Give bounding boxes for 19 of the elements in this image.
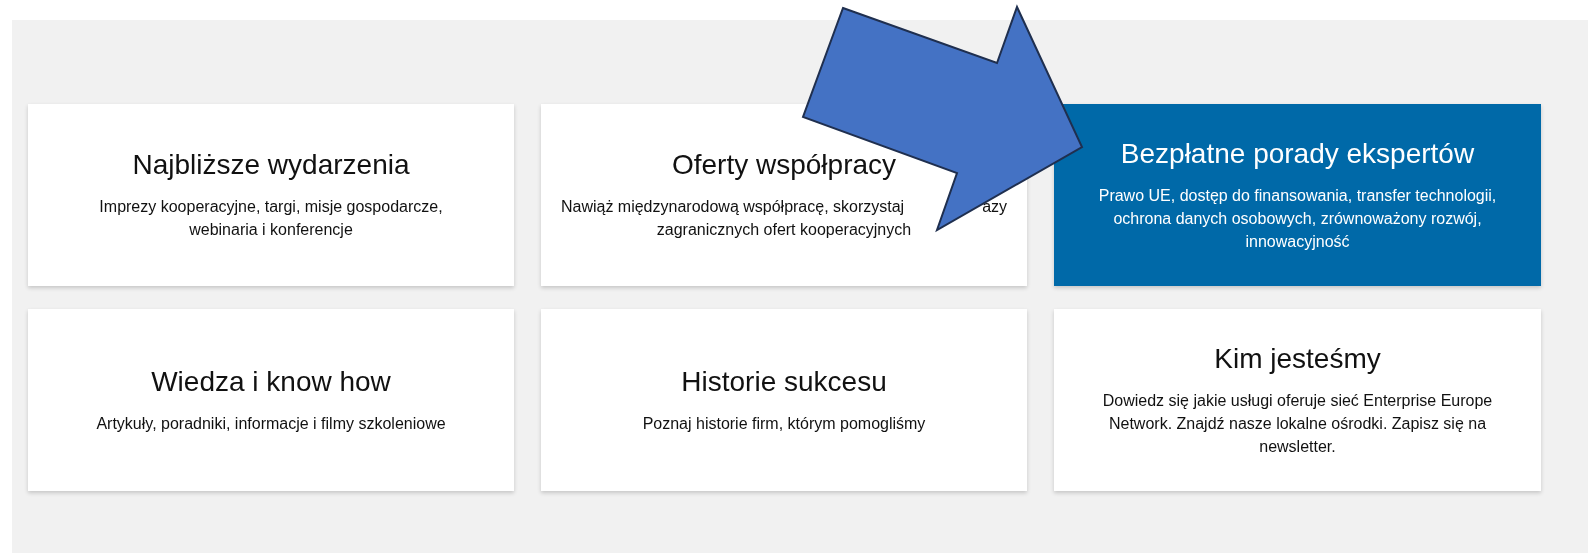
card-description: Nawiąż międzynarodową współpracę, skorzystaj — [560, 197, 905, 217]
tile-card[interactable]: Wiedza i know how Artykuły, poradniki, informacje i filmy szkoleniowe — [28, 309, 514, 491]
card-description: Prawo UE, dostęp do finansowania, transfer technologii, ochrona danych osobowych, zrównoważony rozwój, innowacyjność — [1097, 185, 1498, 252]
card-description: Poznaj historie firm, którym pomogliśmy — [642, 413, 926, 434]
card-description: Artykuły, poradniki, informacje i filmy szkoleniowe — [96, 413, 446, 434]
card-title: Kim jesteśmy — [1214, 342, 1381, 375]
tile-card[interactable]: Kim jesteśmy Dowiedz się jakie usługi oferuje sieć Enterprise Europe Network. Znajdź nasze lokalne ośrodki. Zapisz się na newsletter. — [1054, 309, 1541, 491]
card-description: Dowiedz się jakie usługi oferuje sieć Enterprise Europe Network. Znajdź nasze lokalne ośrodki. Zapisz się na newsletter. — [1101, 390, 1494, 457]
card-description: azy — [982, 197, 1008, 217]
card-title: Bezpłatne porady ekspertów — [1120, 137, 1475, 170]
tile-card[interactable]: Bezpłatne porady ekspertów Prawo UE, dostęp do finansowania, transfer technologii, ochrona danych osobowych, zrównoważony rozwój, innowacyjność — [1054, 104, 1541, 286]
card-description: zagranicznych ofert kooperacyjnych — [656, 220, 912, 240]
tile-card[interactable]: Najbliższe wydarzenia Imprezy kooperacyjne, targi, misje gospodarcze, webinaria i konferencje — [28, 104, 514, 286]
card-title: Historie sukcesu — [681, 365, 887, 398]
card-title: Oferty współpracy — [671, 149, 897, 181]
tile-card[interactable]: Historie sukcesu Poznaj historie firm, którym pomogliśmy — [541, 309, 1027, 491]
card-title: Najbliższe wydarzenia — [132, 149, 410, 181]
card-description: Imprezy kooperacyjne, targi, misje gospodarcze, webinaria i konferencje — [98, 197, 444, 240]
card-title: Wiedza i know how — [151, 365, 391, 398]
